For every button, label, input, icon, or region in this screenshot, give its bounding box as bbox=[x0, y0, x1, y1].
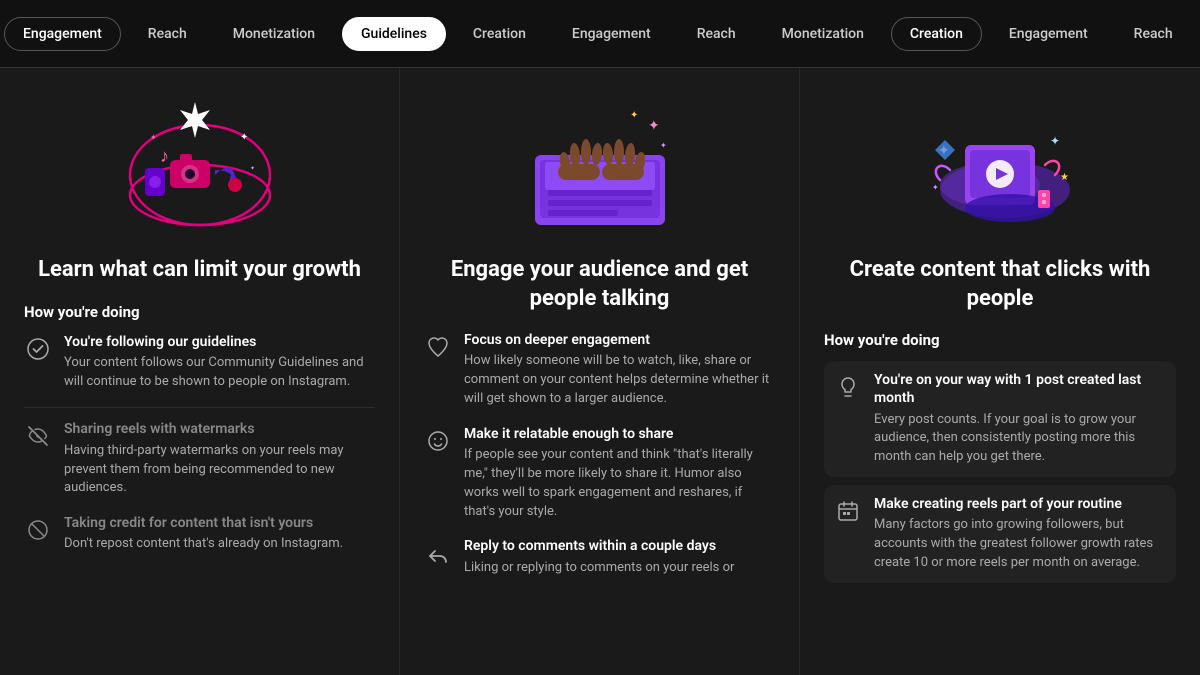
engagement-item-2: Make it relatable enough to share If peo… bbox=[424, 425, 775, 522]
svg-text:♪: ♪ bbox=[160, 146, 169, 167]
engagement-item-2-title: Make it relatable enough to share bbox=[464, 425, 775, 443]
svg-text:✦: ✦ bbox=[648, 118, 660, 134]
creation-item-2: Make creating reels part of your routine… bbox=[824, 485, 1176, 583]
svg-text:✦: ✦ bbox=[932, 183, 939, 192]
check-circle-icon bbox=[24, 335, 52, 363]
tab-engagement-2[interactable]: Engagement bbox=[553, 17, 670, 51]
engagement-item-2-desc: If people see your content and think "th… bbox=[464, 446, 775, 521]
engagement-item-3-desc: Liking or replying to comments on your r… bbox=[464, 559, 734, 578]
guidelines-item-2-title: Sharing reels with watermarks bbox=[64, 420, 375, 438]
lightbulb-icon bbox=[834, 373, 862, 401]
engagement-illustration: ✦ ✦ ✦ bbox=[424, 80, 775, 240]
guidelines-item-1: You're following our guidelines Your con… bbox=[24, 333, 375, 392]
engagement-item-3: Reply to comments within a couple days L… bbox=[424, 537, 775, 577]
tab-engagement-3[interactable]: Engagement bbox=[990, 17, 1107, 51]
creation-item-2-title: Make creating reels part of your routine bbox=[874, 495, 1166, 513]
slash-circle-icon bbox=[24, 516, 52, 544]
tab-engagement-1[interactable]: Engagement bbox=[4, 17, 121, 51]
guidelines-item-3-title: Taking credit for content that isn't you… bbox=[64, 514, 343, 532]
svg-text:✦: ✦ bbox=[660, 141, 667, 150]
guidelines-item-1-desc: Your content follows our Community Guide… bbox=[64, 354, 375, 392]
svg-text:✦: ✦ bbox=[240, 132, 248, 143]
creation-item-1: You're on your way with 1 post created l… bbox=[824, 361, 1176, 477]
guidelines-item-3-desc: Don't repost content that's already on I… bbox=[64, 535, 343, 554]
guidelines-title: Learn what can limit your growth bbox=[24, 256, 375, 285]
guidelines-item-1-title: You're following our guidelines bbox=[64, 333, 375, 351]
main-content: ♪ ✦ ✦ ✦ Learn what can limit your growth… bbox=[0, 68, 1200, 675]
creation-illustration: ✦ ✦ ★ ✦ bbox=[824, 80, 1176, 240]
creation-section-label: How you're doing bbox=[824, 331, 1176, 349]
engagement-item-1-desc: How likely someone will be to watch, lik… bbox=[464, 352, 775, 409]
tab-guidelines[interactable]: Guidelines bbox=[342, 17, 446, 51]
tab-creation-1[interactable]: Creation bbox=[454, 17, 545, 51]
engagement-item-1-title: Focus on deeper engagement bbox=[464, 331, 775, 349]
svg-text:★: ★ bbox=[1060, 172, 1069, 183]
creation-column: ✦ ✦ ★ ✦ Create content that clicks with … bbox=[800, 68, 1200, 675]
tab-monetization-2[interactable]: Monetization bbox=[763, 17, 883, 51]
guidelines-item-3: Taking credit for content that isn't you… bbox=[24, 514, 375, 554]
engagement-title: Engage your audience and get people talk… bbox=[424, 256, 775, 313]
heart-icon bbox=[424, 333, 452, 361]
guidelines-column: ♪ ✦ ✦ ✦ Learn what can limit your growth… bbox=[0, 68, 400, 675]
face-smile-icon bbox=[424, 427, 452, 455]
creation-item-1-desc: Every post counts. If your goal is to gr… bbox=[874, 411, 1166, 468]
guidelines-item-2-desc: Having third-party watermarks on your re… bbox=[64, 442, 375, 499]
svg-text:✦: ✦ bbox=[150, 133, 157, 142]
creation-title: Create content that clicks with people bbox=[824, 256, 1176, 313]
creation-item-2-desc: Many factors go into growing followers, … bbox=[874, 516, 1166, 573]
tab-reach-1[interactable]: Reach bbox=[129, 17, 206, 51]
tab-bar: Engagement Reach Monetization Guidelines… bbox=[0, 0, 1200, 68]
guidelines-item-2: Sharing reels with watermarks Having thi… bbox=[24, 420, 375, 498]
svg-text:✦: ✦ bbox=[630, 110, 638, 121]
tab-reach-3[interactable]: Reach bbox=[1115, 17, 1192, 51]
guidelines-section-label: How you're doing bbox=[24, 303, 375, 321]
tab-reach-2[interactable]: Reach bbox=[678, 17, 755, 51]
tab-monetization-1[interactable]: Monetization bbox=[214, 17, 334, 51]
svg-text:✦: ✦ bbox=[250, 165, 255, 172]
engagement-column: ✦ ✦ ✦ Engage your audience and get peopl… bbox=[400, 68, 800, 675]
creation-item-1-title: You're on your way with 1 post created l… bbox=[874, 371, 1166, 407]
calendar-icon bbox=[834, 497, 862, 525]
svg-text:✦: ✦ bbox=[1050, 134, 1060, 148]
engagement-item-1: Focus on deeper engagement How likely so… bbox=[424, 331, 775, 409]
tab-creation-2[interactable]: Creation bbox=[891, 17, 982, 51]
guidelines-illustration: ♪ ✦ ✦ ✦ bbox=[24, 80, 375, 240]
reply-icon bbox=[424, 539, 452, 567]
slash-eye-icon bbox=[24, 422, 52, 450]
engagement-item-3-title: Reply to comments within a couple days bbox=[464, 537, 734, 555]
